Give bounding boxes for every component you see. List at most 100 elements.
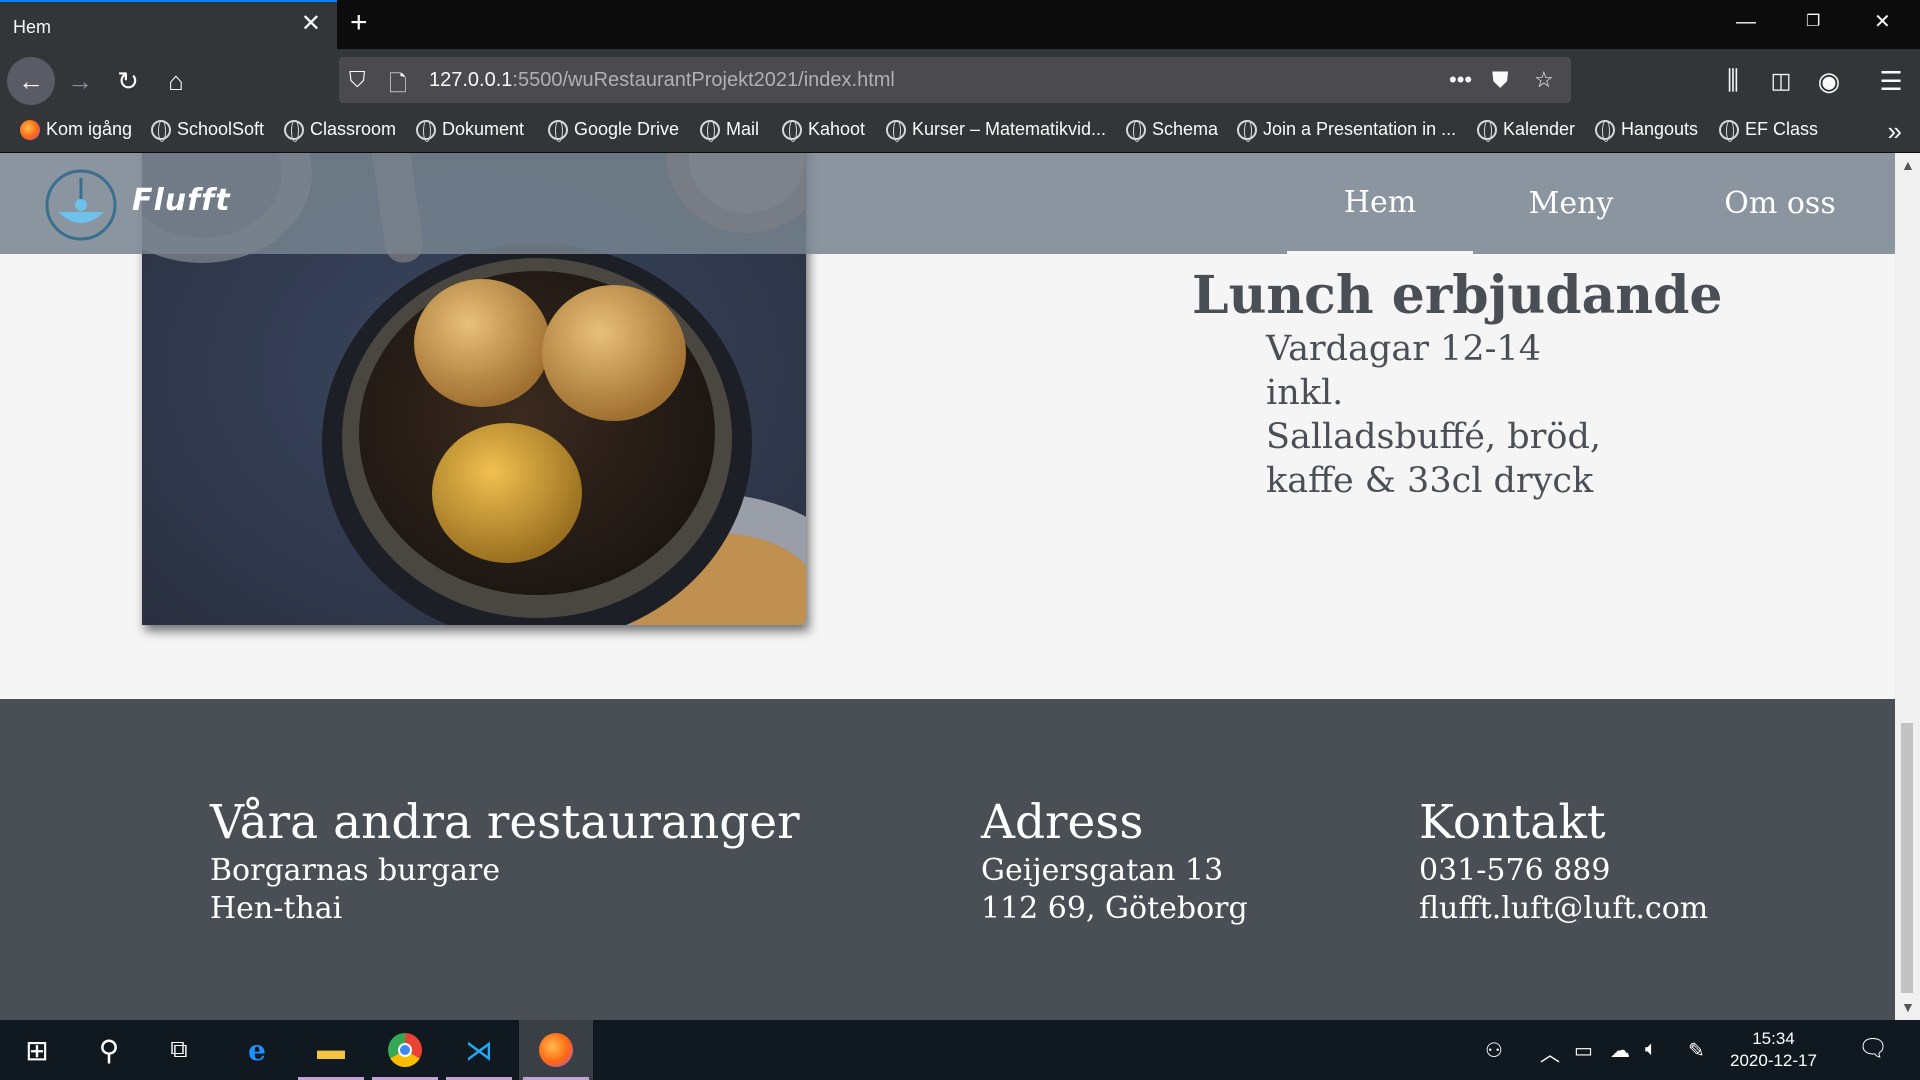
globe-icon: [1595, 119, 1615, 142]
footer-item: Borgarnas burgare: [210, 853, 501, 888]
shield-icon[interactable]: ⛉: [349, 67, 366, 93]
browser-titlebar: Hem ✕ + — ❐ ✕: [0, 0, 1920, 49]
site-header: Flufft Hem Meny Om oss: [0, 153, 1895, 254]
pen-icon[interactable]: ✎: [1688, 1038, 1705, 1063]
volume-icon[interactable]: 🔈︎: [1645, 1038, 1657, 1061]
close-tab-icon[interactable]: ✕: [301, 12, 321, 36]
bookmark-item[interactable]: Join a Presentation in ...: [1237, 119, 1456, 142]
library-icon[interactable]: ⫼: [1711, 59, 1755, 103]
bookmark-item[interactable]: Schema: [1126, 119, 1218, 142]
globe-icon: [1126, 119, 1146, 142]
pocket-icon[interactable]: ⛊: [1492, 67, 1509, 93]
reload-button[interactable]: ↻: [106, 59, 150, 103]
globe-icon: [151, 119, 171, 142]
task-view-icon[interactable]: ⧉: [142, 1020, 216, 1080]
nav-link-meny[interactable]: Meny: [1478, 153, 1664, 254]
system-clock[interactable]: 15:34 2020-12-17: [1730, 1028, 1817, 1072]
notifications-icon[interactable]: 🗨︎: [1858, 1034, 1888, 1063]
footer-heading: Kontakt: [1419, 795, 1606, 850]
more-actions-icon[interactable]: •••: [1449, 67, 1472, 93]
globe-icon: [1237, 119, 1257, 142]
lunch-offer: Lunch erbjudande Vardagar 12-14 inkl. Sa…: [1192, 265, 1723, 503]
menu-icon[interactable]: ☰: [1869, 59, 1913, 103]
site-footer: Våra andra restauranger Borgarnas burgar…: [0, 699, 1895, 1020]
bookmark-item[interactable]: Hangouts: [1595, 119, 1698, 142]
bookmark-item[interactable]: EF Class: [1719, 119, 1818, 142]
windows-taskbar: ⊞ ⚲ ⧉ e ▬ ⋊ ⚇ ︿ ▭ ☁ 🔈︎ ✎ 15:34 2020-12-1…: [0, 1020, 1920, 1080]
footer-contact: Kontakt 031-576 889 flufft.luft@luft.com: [1419, 794, 1708, 928]
footer-item: flufft.luft@luft.com: [1419, 891, 1709, 926]
close-window-icon[interactable]: ✕: [1874, 10, 1891, 34]
scroll-down-icon[interactable]: ▼: [1901, 999, 1915, 1015]
logo-text[interactable]: Flufft: [132, 183, 231, 218]
globe-icon: [1477, 119, 1497, 142]
new-tab-button[interactable]: +: [350, 8, 368, 38]
minimize-icon[interactable]: —: [1736, 10, 1756, 34]
globe-icon: [416, 119, 436, 142]
people-icon[interactable]: ⚇: [1485, 1038, 1503, 1063]
nav-link-hem[interactable]: Hem: [1287, 153, 1473, 254]
globe-icon: [548, 119, 568, 142]
account-icon[interactable]: ◉: [1807, 59, 1851, 103]
lunch-line: Vardagar 12-14: [1266, 329, 1541, 369]
browser-tab[interactable]: Hem ✕: [0, 0, 337, 49]
url-bar[interactable]: ⛉ 🗋 127.0.0.1:5500/wuRestaurantProjekt20…: [339, 57, 1571, 103]
file-explorer-icon[interactable]: ▬: [294, 1020, 368, 1080]
home-icon[interactable]: ⌂: [154, 59, 198, 103]
edge-icon[interactable]: e: [220, 1020, 294, 1080]
page-viewport: Flufft Hem Meny Om oss Lunch erbjudande …: [0, 153, 1895, 1020]
footer-heading: Våra andra restauranger: [210, 795, 800, 850]
forward-button[interactable]: →: [58, 59, 102, 103]
bookmark-item[interactable]: Mail: [700, 119, 759, 142]
lunch-title: Lunch erbjudande: [1192, 265, 1723, 326]
bookmark-item[interactable]: Kom igång: [20, 119, 132, 140]
bookmark-item[interactable]: Classroom: [284, 119, 396, 142]
sidebar-icon[interactable]: ◫: [1759, 59, 1803, 103]
firefox-icon: [20, 119, 40, 140]
bookmark-item[interactable]: Kalender: [1477, 119, 1575, 142]
search-icon[interactable]: ⚲: [72, 1020, 146, 1080]
restore-icon[interactable]: ❐: [1806, 10, 1820, 34]
url-path: :5500/wuRestaurantProjekt2021/index.html: [512, 69, 895, 91]
scroll-up-icon[interactable]: ▲: [1901, 157, 1915, 173]
lunch-line: kaffe & 33cl dryck: [1266, 461, 1594, 501]
chevron-double-right-icon[interactable]: »: [1888, 116, 1902, 147]
bookmark-item[interactable]: Dokument: [416, 119, 524, 142]
url-text[interactable]: 127.0.0.1:5500/wuRestaurantProjekt2021/i…: [429, 69, 895, 92]
cloud-icon[interactable]: ☁: [1610, 1038, 1630, 1063]
bookmark-star-icon[interactable]: ☆: [1534, 67, 1554, 93]
firefox-taskbar-icon[interactable]: [519, 1020, 593, 1080]
bookmark-item[interactable]: Kahoot: [782, 119, 865, 142]
page-icon: 🗋: [389, 71, 407, 96]
clock-time: 15:34: [1752, 1029, 1795, 1048]
tab-title: Hem: [13, 17, 52, 37]
chevron-up-icon[interactable]: ︿: [1540, 1038, 1560, 1067]
globe-icon: [700, 119, 720, 142]
bookmark-item[interactable]: Kurser – Matematikvid...: [886, 119, 1106, 142]
chrome-icon[interactable]: [368, 1020, 442, 1080]
browser-toolbar: ← → ↻ ⌂ ⛉ 🗋 127.0.0.1:5500/wuRestaurantP…: [0, 49, 1920, 111]
clock-date: 2020-12-17: [1730, 1051, 1817, 1070]
nav-link-om-oss[interactable]: Om oss: [1680, 153, 1880, 254]
bookmark-item[interactable]: Google Drive: [548, 119, 679, 142]
footer-item: Geijersgatan 13: [981, 853, 1224, 888]
lunch-line: Salladsbuffé, bröd,: [1266, 417, 1601, 457]
back-button[interactable]: ←: [7, 57, 55, 105]
page-scrollbar[interactable]: ▲ ▼: [1895, 153, 1920, 1020]
globe-icon: [782, 119, 802, 142]
vscode-icon[interactable]: ⋊: [442, 1020, 516, 1080]
footer-item: 112 69, Göteborg: [981, 891, 1248, 926]
globe-icon: [886, 119, 906, 142]
logo-icon[interactable]: [44, 168, 118, 242]
globe-icon: [284, 119, 304, 142]
bookmarks-toolbar: Kom igång SchoolSoft Classroom Dokument …: [0, 111, 1920, 153]
footer-restaurants: Våra andra restauranger Borgarnas burgar…: [210, 794, 800, 928]
scrollbar-thumb[interactable]: [1901, 723, 1913, 993]
lunch-details: Vardagar 12-14 inkl. Salladsbuffé, bröd,…: [1266, 327, 1723, 503]
bookmark-item[interactable]: SchoolSoft: [151, 119, 264, 142]
windows-start-icon[interactable]: ⊞: [0, 1020, 74, 1080]
battery-icon[interactable]: ▭: [1574, 1038, 1593, 1063]
footer-item: Hen-thai: [210, 891, 343, 926]
footer-item: 031-576 889: [1419, 853, 1611, 888]
lunch-line: inkl.: [1266, 373, 1344, 413]
